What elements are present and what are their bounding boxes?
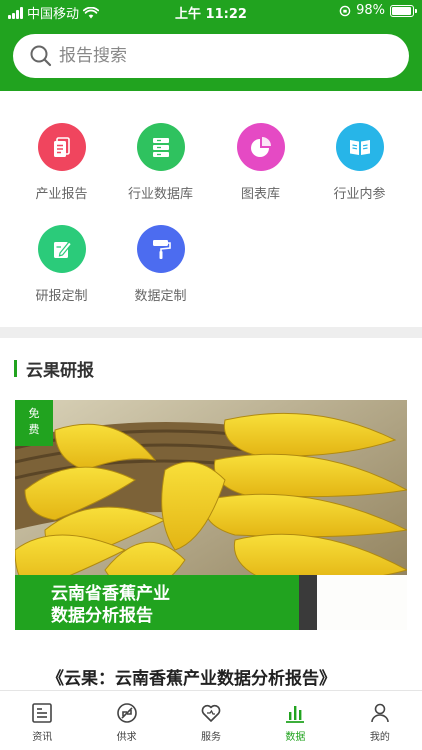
- section-header: 云果研报: [14, 358, 94, 381]
- search-icon: [30, 45, 52, 67]
- report-icon: [37, 123, 86, 171]
- category-label: 图表库: [240, 187, 280, 202]
- free-badge: 免 费: [15, 400, 53, 446]
- news-icon: [32, 703, 53, 723]
- tab-data[interactable]: 数据: [253, 691, 337, 750]
- cover-banner-line: 数据分析报告: [51, 606, 153, 626]
- pencil-icon: [37, 225, 86, 273]
- battery-level-fill: [392, 6, 411, 15]
- tab-supply-demand[interactable]: 供求: [84, 691, 168, 750]
- report-cover-image: 免 费 云南省香蕉产业 数据分析报告: [15, 400, 407, 630]
- category-label: 研报定制: [35, 289, 88, 304]
- pie-chart-icon: [236, 123, 285, 171]
- search-bar[interactable]: [13, 34, 409, 78]
- cover-banner-line: 云南省香蕉产业: [51, 584, 170, 604]
- cover-banner-edge: [299, 575, 317, 630]
- free-badge-line: 免: [28, 407, 40, 420]
- status-bar: 中国移动 上午 11:22 98%: [0, 0, 422, 24]
- section-accent-bar: [14, 359, 17, 377]
- bottom-tab-bar: 资讯 供求 服务 数据 我的: [0, 690, 422, 750]
- category-industry-report[interactable]: 产业报告: [9, 123, 114, 202]
- section-divider: [0, 327, 422, 338]
- report-title[interactable]: 《云果：云南香蕉产业数据分析报告》: [47, 664, 336, 689]
- tab-label: 资讯: [32, 732, 53, 743]
- supply-demand-icon: [116, 703, 137, 723]
- rotation-lock-icon: [339, 5, 351, 16]
- tab-services[interactable]: 服务: [169, 691, 253, 750]
- tab-label: 服务: [201, 732, 222, 743]
- tab-label: 我的: [369, 732, 390, 743]
- book-icon: [335, 123, 384, 171]
- search-input[interactable]: [59, 46, 359, 66]
- user-icon: [371, 703, 389, 723]
- tab-label: 供求: [116, 732, 137, 743]
- free-badge-line: 费: [28, 423, 40, 436]
- tab-label: 数据: [285, 732, 306, 743]
- category-label: 产业报告: [35, 187, 88, 202]
- database-icon: [136, 123, 185, 171]
- section-title: 云果研报: [26, 360, 94, 381]
- battery-icon: [390, 4, 417, 17]
- tab-profile[interactable]: 我的: [338, 691, 422, 750]
- battery-percent: 98%: [356, 3, 385, 18]
- category-grid: 产业报告 行业数据库 图表库 行业内参 研报定制 数据定制: [0, 91, 422, 327]
- category-label: 行业数据库: [127, 187, 193, 202]
- category-industry-insider[interactable]: 行业内参: [307, 123, 412, 202]
- heart-icon: [201, 704, 221, 722]
- report-card[interactable]: 免 费 云南省香蕉产业 数据分析报告 《云果：云南香蕉产业数据分析报告》: [15, 400, 407, 690]
- category-custom-data[interactable]: 数据定制: [108, 225, 213, 304]
- tab-news[interactable]: 资讯: [0, 691, 84, 750]
- cover-banner: 云南省香蕉产业 数据分析报告: [15, 575, 307, 630]
- category-label: 行业内参: [333, 187, 386, 202]
- category-custom-research[interactable]: 研报定制: [9, 225, 114, 304]
- category-chart-library[interactable]: 图表库: [208, 123, 313, 202]
- paint-roller-icon: [136, 225, 185, 273]
- bar-chart-icon: [286, 706, 305, 723]
- category-label: 数据定制: [134, 289, 187, 304]
- category-industry-database[interactable]: 行业数据库: [108, 123, 213, 202]
- header: 中国移动 上午 11:22 98%: [0, 0, 422, 91]
